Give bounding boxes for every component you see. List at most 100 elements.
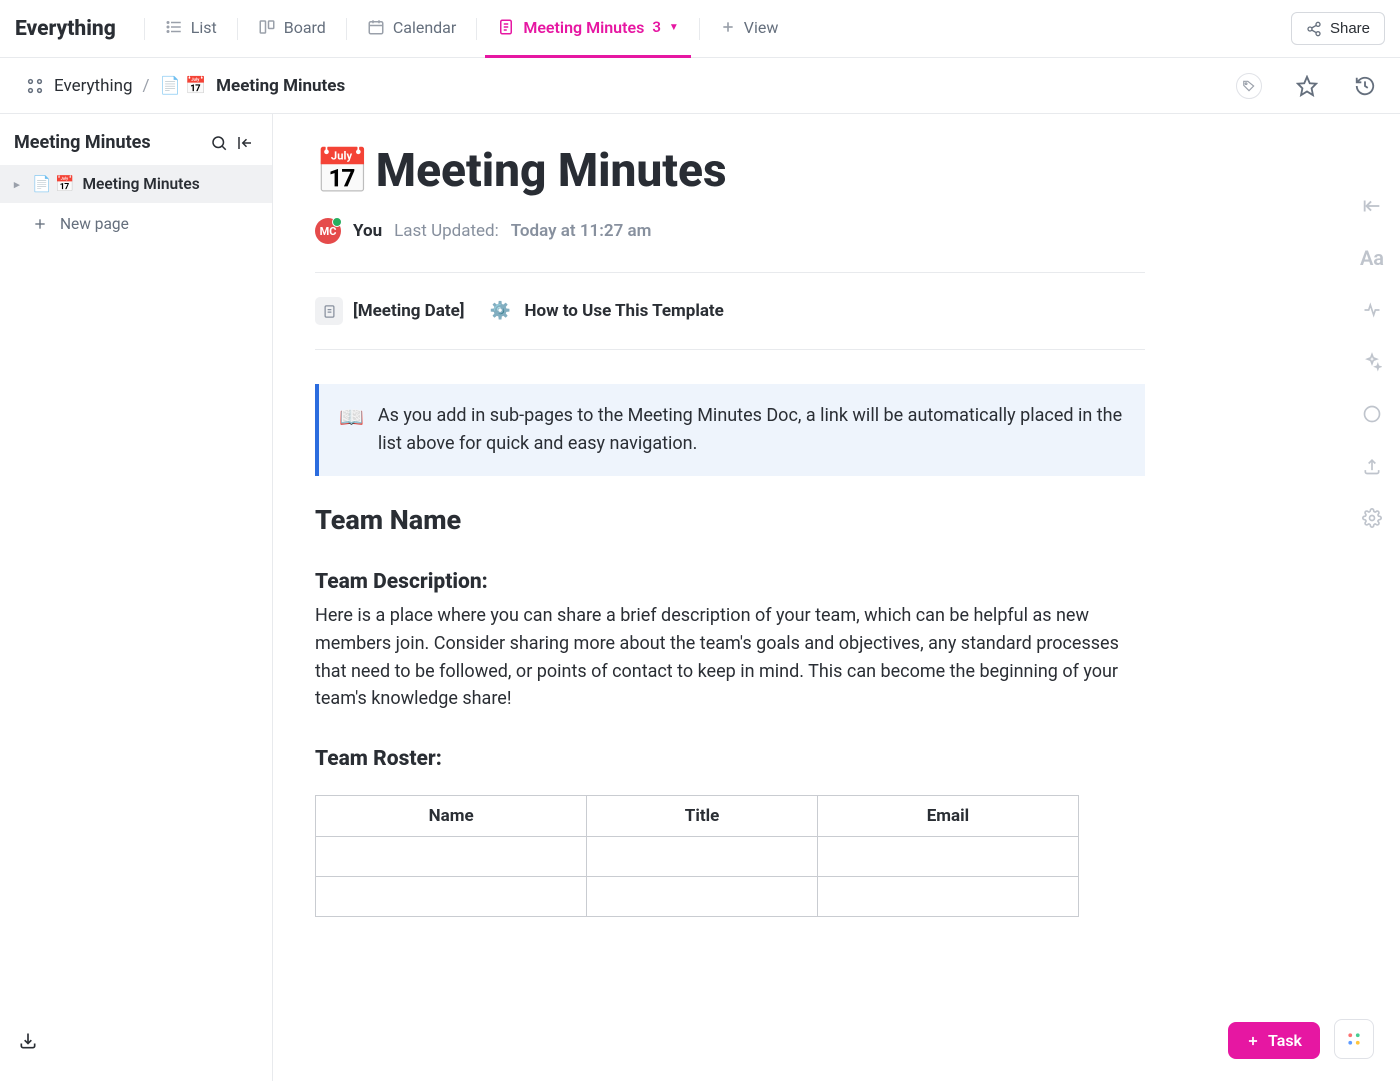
cell[interactable] — [817, 877, 1078, 917]
tag-button[interactable] — [1232, 69, 1266, 103]
breadcrumb-root[interactable]: Everything — [54, 76, 133, 96]
plus-icon — [32, 216, 48, 232]
import-button[interactable] — [18, 1031, 254, 1051]
gear-icon — [1362, 508, 1382, 528]
doc-title[interactable]: Meeting Minutes — [376, 144, 727, 198]
breadcrumb-page-emoji: 📄 📅 — [160, 76, 207, 96]
sidebar: Meeting Minutes ▸ 📄 📅 Meeting Minutes Ne… — [0, 114, 273, 1081]
subpage-meeting-date[interactable]: [Meeting Date] — [315, 297, 464, 325]
sidebar-title: Meeting Minutes — [14, 132, 202, 153]
tab-label: Board — [284, 18, 326, 37]
divider — [699, 18, 700, 40]
calendar-icon — [367, 18, 385, 36]
search-button[interactable] — [210, 134, 228, 152]
chevron-down-icon: ▼ — [669, 22, 679, 33]
callout[interactable]: 📖 As you add in sub-pages to the Meeting… — [315, 384, 1145, 476]
doc-emoji[interactable]: 📅 — [315, 145, 370, 197]
history-button[interactable] — [1348, 69, 1382, 103]
tab-count: 3 — [652, 18, 661, 36]
share-icon — [1306, 21, 1322, 37]
breadcrumb-separator: / — [143, 76, 150, 96]
plus-icon — [720, 19, 736, 35]
pulse-icon — [1362, 300, 1382, 320]
doc-icon — [497, 18, 515, 36]
history-icon — [1354, 75, 1376, 97]
tab-add-view[interactable]: View — [708, 0, 791, 58]
tab-label: Calendar — [393, 18, 456, 37]
body: Meeting Minutes ▸ 📄 📅 Meeting Minutes Ne… — [0, 114, 1400, 1081]
subpage-how-to-use[interactable]: ⚙️ How to Use This Template — [486, 297, 723, 325]
rail-settings-button[interactable] — [1360, 506, 1384, 530]
team-description-body[interactable]: Here is a place where you can share a br… — [315, 602, 1145, 714]
right-rail: Aa — [1344, 114, 1400, 530]
rail-activity-button[interactable] — [1360, 298, 1384, 322]
heading-team-roster[interactable]: Team Roster: — [315, 747, 1145, 771]
breadcrumb-page[interactable]: Meeting Minutes — [216, 76, 345, 96]
search-icon — [210, 134, 228, 152]
apps-icon — [1345, 1030, 1363, 1048]
tab-calendar[interactable]: Calendar — [355, 0, 468, 58]
chevron-right-icon: ▸ — [14, 178, 24, 191]
tag-icon — [1236, 73, 1262, 99]
brand-title: Everything — [15, 17, 116, 41]
grid-icon[interactable] — [26, 77, 44, 95]
star-icon — [1296, 75, 1318, 97]
rail-back-button[interactable] — [1360, 194, 1384, 218]
doc-meta: MC You Last Updated: Today at 11:27 am — [315, 218, 1145, 273]
tab-label: View — [744, 18, 779, 37]
main-content: 📅 Meeting Minutes MC You Last Updated: T… — [273, 114, 1400, 1081]
tab-meeting-minutes[interactable]: Meeting Minutes 3 ▼ — [485, 0, 690, 58]
document: 📅 Meeting Minutes MC You Last Updated: T… — [315, 144, 1145, 917]
sidebar-footer — [0, 1019, 272, 1063]
rail-ai-button[interactable] — [1360, 350, 1384, 374]
share-button[interactable]: Share — [1291, 12, 1385, 45]
cell[interactable] — [587, 877, 817, 917]
rail-comments-button[interactable] — [1360, 402, 1384, 426]
sidebar-item-meeting-minutes[interactable]: ▸ 📄 📅 Meeting Minutes — [0, 165, 272, 203]
sidebar-item-label: Meeting Minutes — [82, 175, 199, 193]
board-icon — [258, 18, 276, 36]
upload-icon — [1362, 456, 1382, 476]
divider — [346, 18, 347, 40]
tab-list[interactable]: List — [153, 0, 229, 58]
author-name: You — [353, 221, 382, 241]
cell[interactable] — [316, 837, 587, 877]
list-icon — [165, 18, 183, 36]
apps-button[interactable] — [1334, 1019, 1374, 1059]
cell[interactable] — [587, 837, 817, 877]
sidebar-new-page[interactable]: New page — [0, 203, 272, 245]
sparkle-icon — [1362, 352, 1382, 372]
tab-label: Meeting Minutes — [523, 18, 644, 37]
subpage-label: [Meeting Date] — [353, 301, 464, 321]
updated-label: Last Updated: — [394, 221, 499, 241]
rail-typography-button[interactable]: Aa — [1360, 246, 1384, 270]
heading-team-description[interactable]: Team Description: — [315, 570, 1145, 594]
new-task-button[interactable]: Task — [1228, 1022, 1320, 1059]
divider — [144, 18, 145, 40]
rail-export-button[interactable] — [1360, 454, 1384, 478]
share-label: Share — [1330, 20, 1370, 37]
collapse-icon — [236, 134, 254, 152]
divider — [476, 18, 477, 40]
download-icon — [18, 1031, 38, 1051]
col-name[interactable]: Name — [316, 796, 587, 837]
col-email[interactable]: Email — [817, 796, 1078, 837]
author-avatar[interactable]: MC — [315, 218, 341, 244]
table-row[interactable] — [316, 837, 1079, 877]
comment-icon — [1362, 404, 1382, 424]
table-header-row: Name Title Email — [316, 796, 1079, 837]
new-page-label: New page — [60, 215, 129, 233]
heading-team-name[interactable]: Team Name — [315, 504, 1145, 536]
col-title[interactable]: Title — [587, 796, 817, 837]
tab-label: List — [191, 18, 217, 37]
table-row[interactable] — [316, 877, 1079, 917]
favorite-button[interactable] — [1290, 69, 1324, 103]
task-label: Task — [1268, 1031, 1302, 1050]
roster-table[interactable]: Name Title Email — [315, 795, 1079, 917]
cell[interactable] — [316, 877, 587, 917]
plus-icon — [1246, 1034, 1260, 1048]
cell[interactable] — [817, 837, 1078, 877]
collapse-sidebar-button[interactable] — [236, 134, 254, 152]
tab-board[interactable]: Board — [246, 0, 338, 58]
arrow-left-stop-icon — [1361, 195, 1383, 217]
